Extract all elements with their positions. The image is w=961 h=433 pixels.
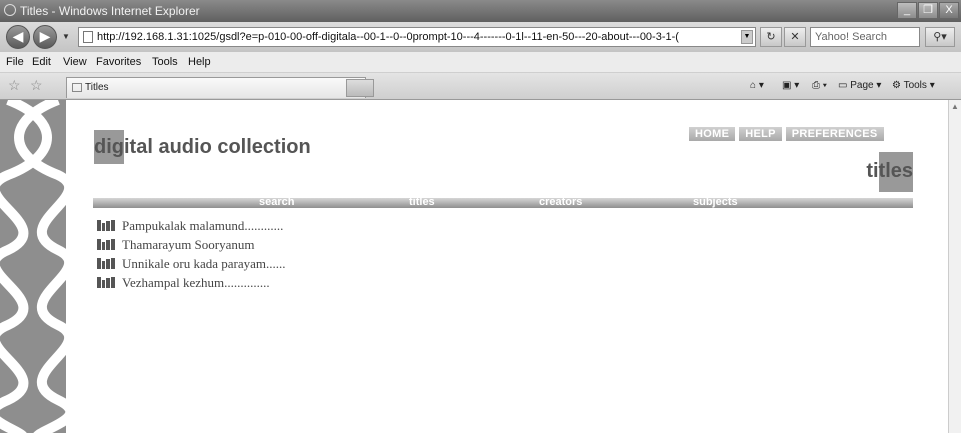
page-icon	[83, 31, 93, 43]
tab-bar: ☆ ☆ Titles ⌂ ▾ ▣ ▾ ⎙ ▾ ▭ Page ▾ ⚙ Tools …	[0, 73, 961, 100]
collection-logo[interactable]: digital audio collection	[94, 130, 311, 164]
title-label[interactable]: Thamarayum Sooryanum	[122, 237, 255, 253]
navigation-bar: search titles creators subjects	[93, 196, 913, 208]
back-button[interactable]: ◀	[6, 25, 30, 49]
page-title: titles	[866, 152, 913, 192]
decorative-rope-sidebar	[0, 100, 66, 433]
menu-favorites[interactable]: Favorites	[96, 56, 141, 68]
list-item[interactable]: Thamarayum Sooryanum	[97, 235, 286, 254]
vertical-scrollbar[interactable]: ▲	[948, 100, 961, 433]
logo-highlight: dig	[94, 130, 124, 164]
menu-bar: File Edit View Favorites Tools Help	[0, 52, 961, 73]
address-dropdown-icon[interactable]: ▼	[741, 30, 753, 44]
print-icon[interactable]: ⎙ ▾	[812, 80, 827, 91]
minimize-button[interactable]: _	[897, 2, 917, 19]
add-favorites-icon[interactable]: ☆	[30, 77, 43, 94]
preferences-button[interactable]: PREFERENCES	[785, 127, 884, 141]
address-bar[interactable]: http://192.168.1.31:1025/gsdl?e=p-010-00…	[78, 27, 756, 47]
page-title-plain: ti	[866, 160, 879, 182]
titles-list: Pampukalak malamund............ Thamaray…	[97, 216, 286, 292]
menu-tools[interactable]: Tools	[152, 56, 178, 68]
rope-pattern-icon	[0, 100, 66, 433]
favorites-star-icon[interactable]: ☆	[8, 77, 21, 94]
window-title-bar: Titles - Windows Internet Explorer _ ❐ X	[0, 0, 961, 22]
restore-button[interactable]: ❐	[918, 2, 938, 19]
page-content: digital audio collection HOME HELP PREFE…	[0, 100, 961, 433]
home-icon[interactable]: ⌂ ▾	[750, 80, 764, 91]
bookshelf-icon[interactable]	[97, 258, 116, 269]
stop-button[interactable]: ✕	[784, 27, 806, 47]
tools-menu-label: Tools	[903, 80, 927, 91]
logo-text: ital audio collection	[124, 136, 311, 158]
nav-subjects[interactable]: subjects	[693, 196, 738, 208]
bookshelf-icon[interactable]	[97, 277, 116, 288]
menu-edit[interactable]: Edit	[32, 56, 51, 68]
menu-file[interactable]: File	[6, 56, 24, 68]
window-title: Titles - Windows Internet Explorer	[20, 4, 200, 18]
nav-titles[interactable]: titles	[409, 196, 435, 208]
forward-button[interactable]: ▶	[33, 25, 57, 49]
header-buttons: HOME HELP PREFERENCES	[689, 127, 884, 141]
refresh-button[interactable]: ↻	[760, 27, 782, 47]
tab-label: Titles	[85, 82, 109, 93]
bookshelf-icon[interactable]	[97, 239, 116, 250]
page-menu-button[interactable]: ▭ Page ▾	[838, 80, 881, 91]
scroll-up-icon[interactable]: ▲	[951, 102, 959, 111]
search-button[interactable]: ⚲▾	[925, 27, 955, 47]
home-button[interactable]: HOME	[689, 127, 736, 141]
list-item[interactable]: Pampukalak malamund............	[97, 216, 286, 235]
title-label[interactable]: Unnikale oru kada parayam......	[122, 256, 286, 272]
ie-logo-icon	[4, 4, 16, 16]
address-url[interactable]: http://192.168.1.31:1025/gsdl?e=p-010-00…	[97, 31, 745, 43]
menu-view[interactable]: View	[63, 56, 87, 68]
nav-creators[interactable]: creators	[539, 196, 582, 208]
help-button[interactable]: HELP	[739, 127, 782, 141]
new-tab-button[interactable]	[346, 79, 374, 97]
close-button[interactable]: X	[939, 2, 959, 19]
menu-help[interactable]: Help	[188, 56, 211, 68]
recent-pages-dropdown-icon[interactable]: ▼	[62, 32, 70, 41]
feeds-icon[interactable]: ▣ ▾	[782, 80, 799, 91]
tab-page-icon	[72, 83, 82, 92]
nav-search[interactable]: search	[259, 196, 294, 208]
bookshelf-icon[interactable]	[97, 220, 116, 231]
address-toolbar: ◀ ▶ ▼ http://192.168.1.31:1025/gsdl?e=p-…	[0, 22, 961, 52]
tools-menu-button[interactable]: ⚙ Tools ▾	[892, 80, 935, 91]
list-item[interactable]: Vezhampal kezhum..............	[97, 273, 286, 292]
title-label[interactable]: Pampukalak malamund............	[122, 218, 283, 234]
window-controls: _ ❐ X	[897, 2, 959, 19]
tab-titles[interactable]: Titles	[66, 77, 366, 98]
search-input[interactable]: Yahoo! Search	[810, 27, 920, 47]
list-item[interactable]: Unnikale oru kada parayam......	[97, 254, 286, 273]
page-title-highlight: tles	[878, 152, 913, 192]
title-label[interactable]: Vezhampal kezhum..............	[122, 275, 270, 291]
page-menu-label: Page	[850, 80, 874, 91]
